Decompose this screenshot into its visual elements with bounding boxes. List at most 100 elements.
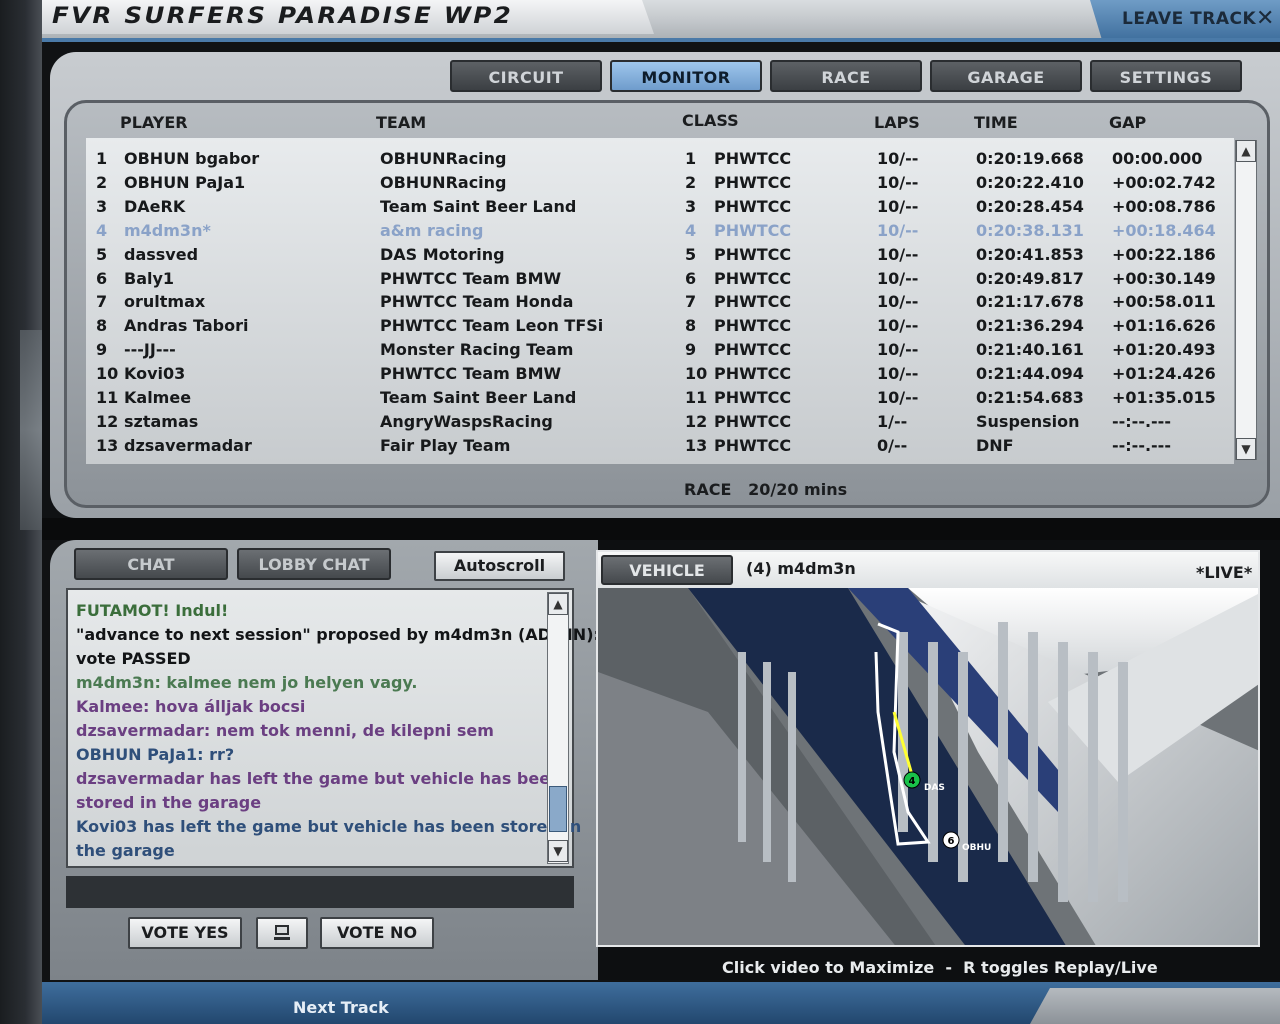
cell-class-pos: 2 xyxy=(685,172,697,192)
map-label-white: OBHU xyxy=(962,843,991,853)
table-row[interactable]: 11 Kalmee Team Saint Beer Land 11 PHWTCC 10/-… xyxy=(86,385,1234,409)
cell-gap: 00:00.000 xyxy=(1112,149,1203,168)
cell-pos: 1 xyxy=(96,149,108,168)
table-row[interactable]: 10 Kovi03 PHWTCC Team BMW 10 PHWTCC 10/-- 0:21… xyxy=(86,361,1234,385)
cell-name: dzsavermadar xyxy=(124,435,252,455)
table-row[interactable]: 2 OBHUN PaJa1 OBHUNRacing 2 PHWTCC 10/-- 0:20:… xyxy=(86,170,1234,194)
header-laps[interactable]: LAPS xyxy=(874,113,920,132)
chat-message: dzsavermadar: nem tok menni, de kilepni … xyxy=(76,721,494,740)
cell-team: PHWTCC Team Honda xyxy=(380,292,574,312)
cell-team: OBHUNRacing xyxy=(380,149,507,168)
tab-race-settings[interactable]: RACE SETTINGS xyxy=(770,60,922,119)
table-row[interactable]: 12 sztamas AngryWaspsRacing 12 PHWTCC 1/-- Sus… xyxy=(86,409,1234,433)
cell-gap: +00:30.149 xyxy=(1112,268,1216,288)
standings-scrollbar[interactable] xyxy=(1235,140,1257,460)
cell-gap: +00:02.742 xyxy=(1112,172,1216,192)
table-row[interactable]: 3 DAeRK Team Saint Beer Land 3 PHWTCC 10/-- 0:… xyxy=(86,194,1234,218)
cell-class: PHWTCC xyxy=(714,435,792,455)
cell-class-pos: 3 xyxy=(685,196,697,216)
cell-laps: 10/-- xyxy=(877,196,919,216)
live-indicator: *LIVE* xyxy=(1196,563,1253,582)
cell-name: dassved xyxy=(124,244,199,264)
cell-name: DAeRK xyxy=(124,196,186,216)
cell-gap: +01:20.493 xyxy=(1112,340,1216,360)
tab-circuit[interactable]: CIRCUIT xyxy=(450,60,602,92)
tab-settings[interactable]: SETTINGS xyxy=(1090,60,1242,92)
session-info: RACE 20/20 mins xyxy=(684,480,847,499)
cell-class-pos: 11 xyxy=(685,388,708,407)
table-row[interactable]: 9 ---JJ--- Monster Racing Team 9 PHWTCC 10/--… xyxy=(86,337,1234,361)
table-row[interactable]: 4 m4dm3n* a&m racing 4 PHWTCC 10/-- 0:20:38.13… xyxy=(86,218,1234,242)
chat-message: Kalmee: hova álljak bocsi xyxy=(76,697,306,716)
cell-gap: +00:18.464 xyxy=(1112,220,1216,240)
cell-time: 0:21:17.678 xyxy=(976,292,1084,312)
tab-chat[interactable]: CHAT xyxy=(74,548,228,580)
cell-class-pos: 12 xyxy=(685,411,708,431)
table-row[interactable]: 6 Baly1 PHWTCC Team BMW 6 PHWTCC 10/-- 0:20:49… xyxy=(86,266,1234,290)
table-row[interactable]: 5 dassved DAS Motoring 5 PHWTCC 10/-- 0:20:41.… xyxy=(86,242,1234,266)
leave-track-label[interactable]: LEAVE TRACK xyxy=(1122,9,1256,29)
cell-time: 0:21:36.294 xyxy=(976,316,1084,336)
cell-class: PHWTCC xyxy=(714,292,792,312)
tab-garage[interactable]: GARAGE xyxy=(930,60,1082,92)
cell-team: PHWTCC Team Leon TFSi xyxy=(380,316,604,336)
live-video[interactable]: 4 DAS 6 OBHU xyxy=(596,550,1260,947)
chat-scroll-up-icon[interactable]: ▲ xyxy=(548,593,568,615)
cell-team: Team Saint Beer Land xyxy=(380,388,577,407)
cell-class-pos: 4 xyxy=(685,220,697,240)
chat-message: the garage xyxy=(76,841,175,860)
cell-laps: 10/-- xyxy=(877,340,919,360)
cell-time: 0:21:40.161 xyxy=(976,340,1084,360)
table-row[interactable]: 7 orultmax PHWTCC Team Honda 7 PHWTCC 10/-- 0:… xyxy=(86,289,1234,313)
header-player[interactable]: PLAYER xyxy=(120,113,188,132)
cell-name: Kovi03 xyxy=(124,364,186,384)
cell-class: PHWTCC xyxy=(714,172,792,192)
cell-class: PHWTCC xyxy=(714,411,792,431)
scroll-up-icon[interactable]: ▲ xyxy=(1236,140,1256,162)
close-icon[interactable]: ✕ xyxy=(1256,6,1274,31)
svg-text:4: 4 xyxy=(909,776,916,787)
cell-gap: +01:24.426 xyxy=(1112,364,1216,384)
tab-monitor[interactable]: MONITOR xyxy=(610,60,762,92)
chat-scroll-thumb[interactable] xyxy=(549,786,567,832)
header-class[interactable]: CLASS xyxy=(682,111,739,130)
cell-pos: 7 xyxy=(96,292,108,312)
cell-name: sztamas xyxy=(124,411,199,431)
header-team[interactable]: TEAM xyxy=(376,113,426,132)
cell-laps: 10/-- xyxy=(877,364,919,384)
vehicle-tab[interactable]: VEHICLE xyxy=(601,555,733,585)
cell-gap: +01:16.626 xyxy=(1112,316,1216,336)
vote-no-button[interactable]: VOTE NO xyxy=(320,917,434,949)
table-row[interactable]: 1 OBHUN bgabor OBHUNRacing 1 PHWTCC 10/-- 0:20… xyxy=(86,146,1234,170)
cell-class: PHWTCC xyxy=(714,196,792,216)
cell-team: AngryWaspsRacing xyxy=(380,411,553,431)
table-row[interactable]: 8 Andras Tabori PHWTCC Team Leon TFSi 8 PHWT… xyxy=(86,313,1234,337)
scroll-down-icon[interactable]: ▼ xyxy=(1236,438,1256,460)
cell-class-pos: 8 xyxy=(685,316,697,336)
chat-message: dzsavermadar has left the game but vehic… xyxy=(76,769,562,788)
cell-time: 0:21:44.094 xyxy=(976,364,1084,384)
header-time[interactable]: TIME xyxy=(974,113,1018,132)
cell-name: Andras Tabori xyxy=(124,316,249,336)
cell-gap: +00:08.786 xyxy=(1112,196,1216,216)
vote-yes-button[interactable]: VOTE YES xyxy=(128,917,242,949)
cell-gap: --:--.--- xyxy=(1112,435,1171,455)
cell-pos: 12 xyxy=(96,411,119,431)
chat-scroll-down-icon[interactable]: ▼ xyxy=(548,840,568,862)
vehicle-driver-label: (4) m4dm3n xyxy=(746,559,856,578)
cell-team: PHWTCC Team BMW xyxy=(380,364,562,384)
autoscroll-toggle[interactable]: Autoscroll xyxy=(434,551,565,581)
cell-class: PHWTCC xyxy=(714,340,792,360)
cell-pos: 5 xyxy=(96,244,108,264)
cell-time: 0:20:49.817 xyxy=(976,268,1084,288)
next-track-button[interactable]: Next Track xyxy=(293,998,389,1017)
table-row[interactable]: 13 dzsavermadar Fair Play Team 13 PHWTCC 0/--… xyxy=(86,433,1234,457)
map-marker-white: 6 xyxy=(942,831,960,849)
header-gap[interactable]: GAP xyxy=(1109,113,1146,132)
cell-time: 0:21:54.683 xyxy=(976,388,1084,407)
cell-laps: 10/-- xyxy=(877,316,919,336)
tab-lobby-chat[interactable]: LOBBY CHAT xyxy=(237,548,391,580)
computer-icon[interactable] xyxy=(256,917,308,949)
chat-input[interactable] xyxy=(66,876,574,908)
cell-team: OBHUNRacing xyxy=(380,172,507,192)
